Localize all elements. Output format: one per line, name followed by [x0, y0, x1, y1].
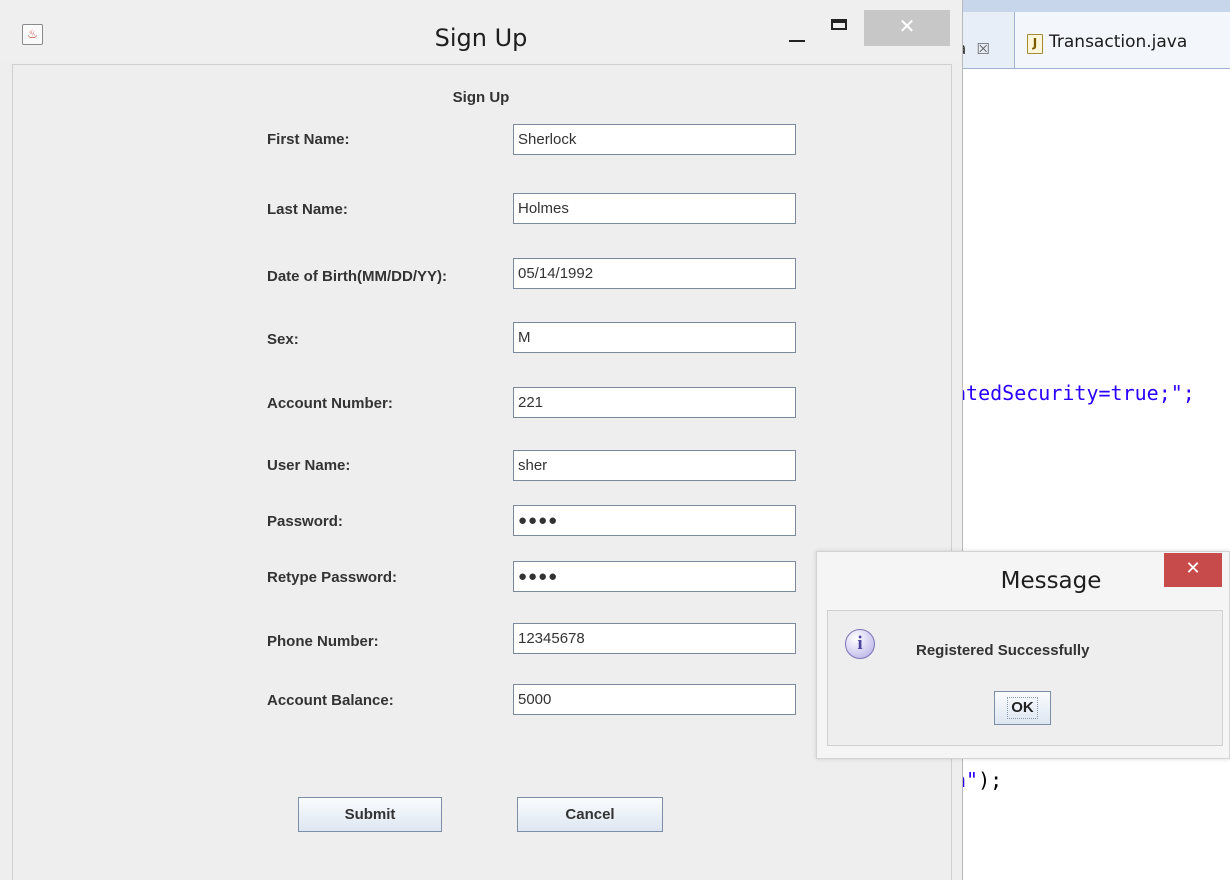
last-name-label: Last Name:: [267, 201, 348, 218]
sex-label: Sex:: [267, 331, 299, 348]
tab-close-icon[interactable]: ☒: [976, 40, 989, 58]
ide-top-border: [960, 0, 1230, 12]
last-name-input[interactable]: [513, 193, 796, 224]
sex-input[interactable]: [513, 322, 796, 353]
account-balance-input[interactable]: [513, 684, 796, 715]
editor-tab-inactive[interactable]: a☒: [956, 34, 1011, 64]
first-name-input[interactable]: [513, 124, 796, 155]
phone-number-label: Phone Number:: [267, 633, 379, 650]
retype-password-label: Retype Password:: [267, 569, 398, 586]
signup-form-panel: [12, 64, 952, 880]
code-line: atedSecurity=true;";: [954, 381, 1195, 405]
retype-password-input[interactable]: [513, 561, 796, 592]
java-file-icon: J: [1027, 34, 1043, 54]
account-number-input[interactable]: [513, 387, 796, 418]
dob-input[interactable]: [513, 258, 796, 289]
password-label: Password:: [267, 513, 343, 530]
user-name-label: User Name:: [267, 457, 351, 474]
minimize-button[interactable]: [778, 26, 814, 46]
phone-number-input[interactable]: [513, 623, 796, 654]
dialog-message-text: Registered Successfully: [916, 642, 1090, 659]
account-number-label: Account Number:: [267, 395, 393, 412]
signup-titlebar[interactable]: ♨ Sign Up ✕: [0, 0, 962, 62]
dob-label: Date of Birth(MM/DD/YY):: [267, 268, 447, 285]
cancel-button[interactable]: Cancel: [517, 797, 663, 832]
editor-tab-transaction[interactable]: J Transaction.java: [1014, 12, 1230, 68]
close-button[interactable]: ✕: [864, 10, 950, 46]
maximize-button[interactable]: [818, 10, 862, 40]
ok-button[interactable]: OK: [994, 691, 1051, 725]
code-punctuation: );: [978, 768, 1003, 792]
close-icon: ✕: [898, 14, 916, 38]
dialog-close-button[interactable]: ✕: [1164, 553, 1222, 587]
submit-button[interactable]: Submit: [298, 797, 442, 832]
first-name-label: First Name:: [267, 131, 350, 148]
account-balance-label: Account Balance:: [267, 692, 394, 709]
dialog-content-panel: [827, 610, 1223, 746]
editor-tab-label: Transaction.java: [1049, 32, 1188, 52]
user-name-input[interactable]: [513, 450, 796, 481]
ok-button-label: OK: [1007, 697, 1038, 719]
password-input[interactable]: [513, 505, 796, 536]
close-icon: ✕: [1185, 558, 1201, 579]
message-dialog: Message ✕ i Registered Successfully OK: [816, 551, 1230, 759]
info-icon: i: [845, 629, 875, 659]
form-heading: Sign Up: [452, 89, 510, 106]
